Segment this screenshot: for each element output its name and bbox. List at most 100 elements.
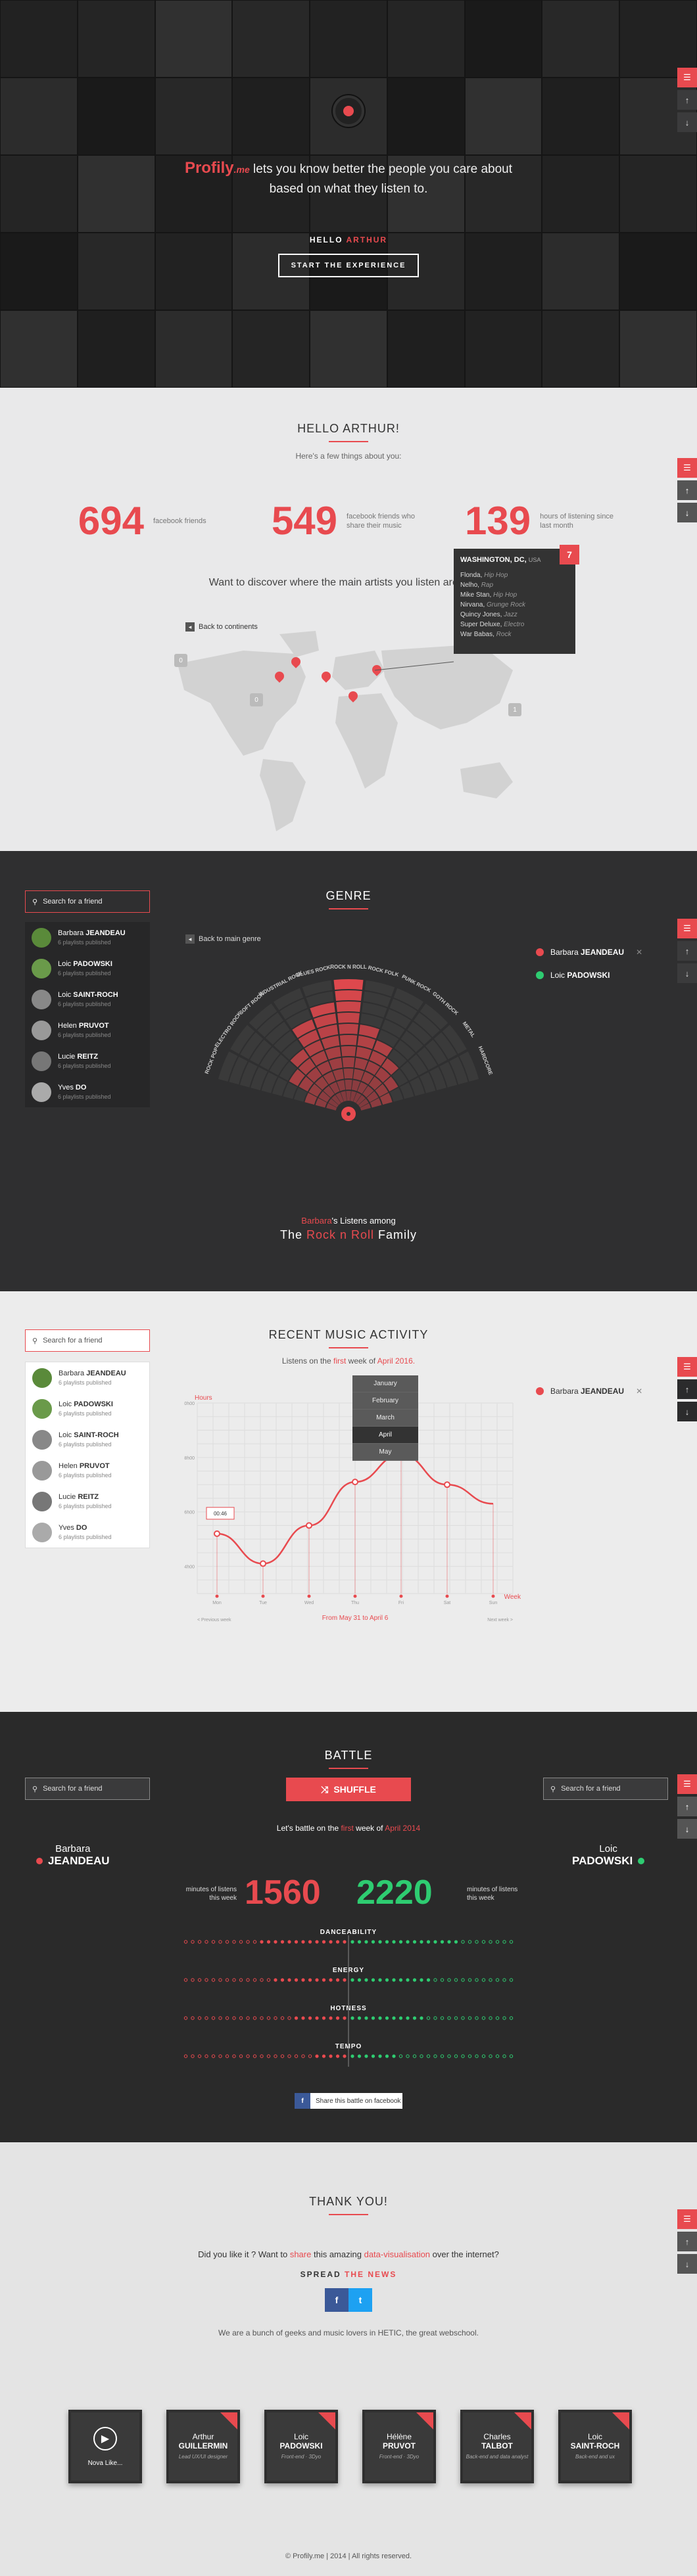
friend-list-item[interactable]: Loic PADOWSKI 6 playlists published xyxy=(25,953,150,984)
previous-week-link[interactable]: < Previous week xyxy=(197,1618,231,1622)
data-point[interactable] xyxy=(352,1479,358,1486)
friend-search-input-left[interactable]: ⚲ Search for a friend xyxy=(25,1778,150,1800)
genre-radial-chart[interactable]: ROCK POPELECTRO ROCKSOFT ROCKINDUSTRIAL … xyxy=(171,943,526,1153)
friend-list-item[interactable]: Barbara JEANDEAU 6 playlists published xyxy=(25,922,150,953)
share-facebook-button[interactable]: f Share this battle on facebook xyxy=(295,2093,402,2109)
friend-list-item[interactable]: Loic SAINT-ROCH 6 playlists published xyxy=(25,984,150,1015)
start-experience-button[interactable]: START THE EXPERIENCE xyxy=(277,254,420,277)
friend-list-item[interactable]: Loic SAINT-ROCH 6 playlists published xyxy=(26,1424,149,1455)
menu-icon[interactable]: ☰ xyxy=(677,458,697,478)
friend-list-item[interactable]: Helen PRUVOT 6 playlists published xyxy=(26,1455,149,1486)
next-week-link[interactable]: Next week > xyxy=(487,1618,513,1622)
genre-label[interactable]: ROCK N ROLL xyxy=(330,964,367,970)
genre-cell[interactable] xyxy=(341,1046,356,1057)
genre-cell[interactable] xyxy=(339,1035,358,1046)
genre-cell[interactable] xyxy=(333,979,364,990)
country-count-badge[interactable]: 0 xyxy=(174,654,187,667)
genre-cell[interactable] xyxy=(337,1013,360,1023)
legend-barbara[interactable]: Barbara JEANDEAU ✕ xyxy=(536,1387,642,1396)
right-minutes: 2220 xyxy=(356,1874,433,1912)
country-count-badge[interactable]: 1 xyxy=(508,703,521,716)
arrow-up-icon[interactable]: ↑ xyxy=(677,1797,697,1816)
legend-barbara[interactable]: Barbara JEANDEAU ✕ xyxy=(536,948,642,957)
share-question: Did you like it ? Want to share this ama… xyxy=(0,2249,697,2259)
data-point[interactable] xyxy=(214,1530,220,1537)
menu-icon[interactable]: ☰ xyxy=(677,68,697,87)
genre-cell[interactable] xyxy=(357,1036,376,1049)
genre-label[interactable]: BLUES ROCK xyxy=(296,964,331,978)
score-dot-left xyxy=(274,2054,277,2058)
team-card[interactable]: Hélène PRUVOT Front-end · 3Dyo xyxy=(362,2410,436,2483)
genre-cell[interactable] xyxy=(356,1046,372,1060)
friend-list-item[interactable]: Barbara JEANDEAU 6 playlists published xyxy=(26,1362,149,1393)
team-card[interactable]: Loic PADOWSKI Front-end · 3Dyo xyxy=(264,2410,338,2483)
friend-list-item[interactable]: Lucie REITZ 6 playlists published xyxy=(26,1486,149,1517)
close-icon[interactable]: ✕ xyxy=(636,948,642,957)
city-popup: 7 WASHINGTON, DC, USA Flonda, Hip Hop Nel… xyxy=(454,545,579,654)
genre-cell[interactable] xyxy=(335,990,362,1001)
map-pin[interactable] xyxy=(275,672,284,683)
genre-cell[interactable] xyxy=(336,1001,361,1012)
genre-label[interactable]: METAL xyxy=(462,1021,477,1038)
month-option[interactable]: February xyxy=(352,1392,418,1410)
genre-cell[interactable] xyxy=(329,1057,343,1070)
world-map[interactable] xyxy=(164,624,533,835)
month-option[interactable]: May xyxy=(352,1444,418,1461)
genre-label[interactable]: ROCK FOLK xyxy=(368,965,400,978)
arrow-up-icon[interactable]: ↑ xyxy=(677,2232,697,2251)
genre-cell[interactable] xyxy=(342,1057,355,1068)
country-name: USA xyxy=(528,557,541,563)
team-card[interactable]: Arthur GUILLERMIN Lead UX/UI designer xyxy=(166,2410,240,2483)
team-card[interactable]: ▶ Nova Like... xyxy=(68,2410,142,2483)
map-pin[interactable] xyxy=(322,672,331,683)
genre-cell[interactable] xyxy=(343,1069,354,1079)
back-to-main-genre-link[interactable]: ◂ Back to main genre xyxy=(185,934,261,944)
month-option[interactable]: April xyxy=(352,1427,418,1444)
team-card[interactable]: Charles TALBOT Back-end and data analyst xyxy=(460,2410,534,2483)
genre-label[interactable]: HARDCORE xyxy=(477,1046,494,1076)
friend-list-item[interactable]: Yves DO 6 playlists published xyxy=(25,1076,150,1107)
map-pin[interactable] xyxy=(291,657,300,669)
legend-first: Barbara xyxy=(550,948,579,957)
genre-cell[interactable] xyxy=(354,1057,368,1070)
data-point[interactable] xyxy=(444,1481,450,1488)
map-pin[interactable] xyxy=(348,691,358,703)
friend-list-item[interactable]: Yves DO 6 playlists published xyxy=(26,1517,149,1548)
close-icon[interactable]: ✕ xyxy=(636,1387,642,1396)
menu-icon[interactable]: ☰ xyxy=(677,2209,697,2229)
genre-cell[interactable] xyxy=(346,1091,351,1101)
month-option[interactable]: March xyxy=(352,1410,418,1427)
arrow-up-icon[interactable]: ↑ xyxy=(677,941,697,961)
friend-playlists: 6 playlists published xyxy=(59,1472,112,1479)
genre-cell[interactable] xyxy=(321,1036,340,1049)
genre-label[interactable]: ROCK POP xyxy=(204,1046,220,1075)
arrow-down-icon[interactable]: ↓ xyxy=(677,1402,697,1421)
team-card[interactable]: Loic SAINT-ROCH Back-end and ux xyxy=(558,2410,632,2483)
shuffle-button[interactable]: ⤨ SHUFFLE xyxy=(286,1778,411,1801)
facebook-icon[interactable]: f xyxy=(325,2288,348,2312)
month-option[interactable]: January xyxy=(352,1375,418,1392)
play-icon[interactable]: ▶ xyxy=(93,2427,117,2450)
arrow-up-icon[interactable]: ↑ xyxy=(677,480,697,500)
month-dropdown[interactable]: January February March April May xyxy=(352,1375,418,1461)
genre-cell[interactable] xyxy=(338,1024,359,1034)
menu-icon[interactable]: ☰ xyxy=(677,1774,697,1794)
legend-loic[interactable]: Loic PADOWSKI xyxy=(536,971,610,980)
arrow-down-icon[interactable]: ↓ xyxy=(677,963,697,983)
menu-icon[interactable]: ☰ xyxy=(677,1357,697,1377)
score-dot-left xyxy=(191,1978,195,1982)
twitter-icon[interactable]: t xyxy=(348,2288,372,2312)
genre-cell[interactable] xyxy=(325,1046,341,1060)
menu-icon[interactable]: ☰ xyxy=(677,919,697,938)
data-point[interactable] xyxy=(306,1522,312,1529)
friend-info: Barbara JEANDEAU 6 playlists published xyxy=(59,1369,126,1386)
data-point[interactable] xyxy=(260,1560,266,1567)
friend-list-item[interactable]: Helen PRUVOT 6 playlists published xyxy=(25,1015,150,1046)
friend-search-input-right[interactable]: ⚲ Search for a friend xyxy=(543,1778,668,1800)
country-count-badge[interactable]: 0 xyxy=(250,693,263,706)
friend-list-item[interactable]: Loic PADOWSKI 6 playlists published xyxy=(26,1393,149,1424)
genre-cell[interactable] xyxy=(345,1080,352,1090)
arrow-up-icon[interactable]: ↑ xyxy=(677,1379,697,1399)
genre-label[interactable]: PUNK ROCK xyxy=(401,974,432,994)
friend-list-item[interactable]: Lucie REITZ 6 playlists published xyxy=(25,1046,150,1076)
